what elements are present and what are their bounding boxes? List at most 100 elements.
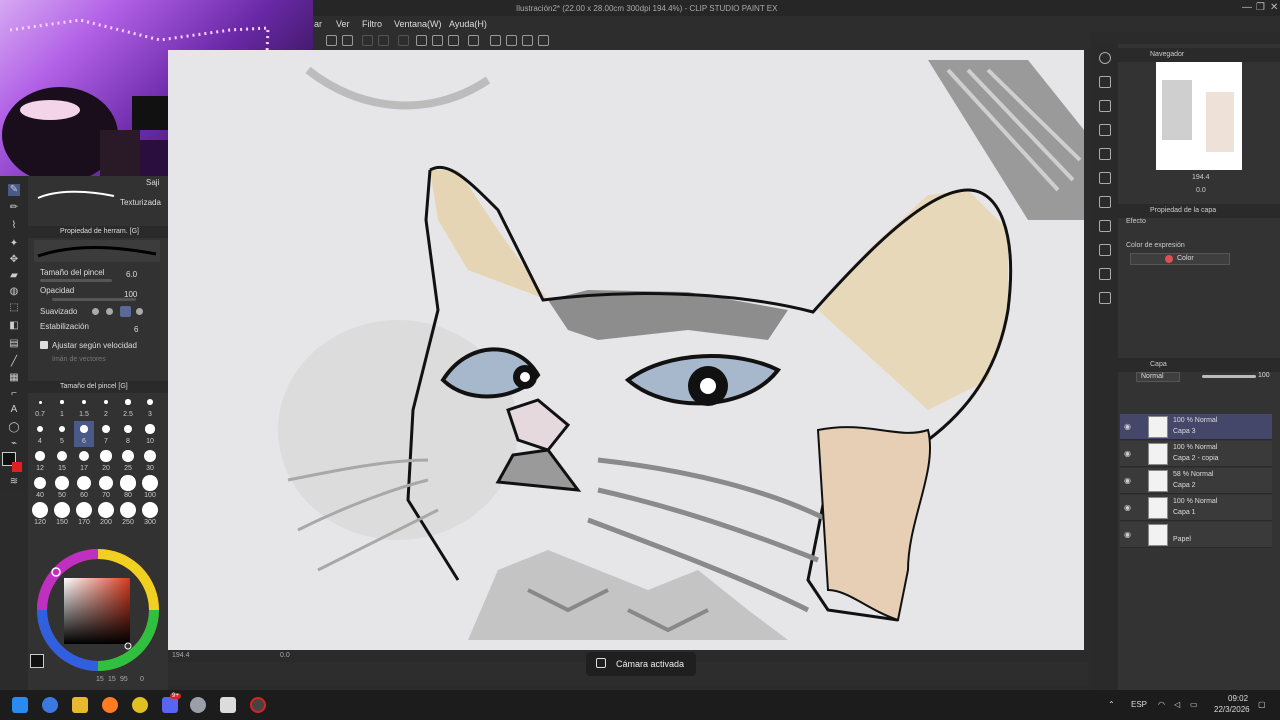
brush-tool-icon[interactable]: ⌇ <box>8 220 20 232</box>
panel-icon[interactable] <box>1099 268 1111 280</box>
wifi-icon[interactable]: ◠ <box>1158 700 1165 709</box>
brush-size-option[interactable]: 150 <box>52 502 72 528</box>
close-button[interactable]: ✕ <box>1270 2 1278 13</box>
file-explorer-icon[interactable] <box>72 697 88 713</box>
canvas-zoom-value[interactable]: 194.4 <box>172 652 190 659</box>
panel-icon[interactable] <box>1099 76 1111 88</box>
correct-line-tool-icon[interactable]: ⌁ <box>8 438 20 450</box>
minimize-button[interactable]: — <box>1242 2 1252 13</box>
clock-time[interactable]: 09:02 <box>1228 694 1248 703</box>
obs-icon[interactable] <box>250 697 266 713</box>
line-tool-icon[interactable]: ╱ <box>8 356 20 368</box>
brush-size-option[interactable]: 15 <box>52 448 72 474</box>
menu-item-filtro[interactable]: Filtro <box>362 19 382 29</box>
brush-size-option[interactable]: 1 <box>52 394 72 420</box>
brush-size-option[interactable]: 60 <box>74 475 94 501</box>
fill-icon[interactable] <box>326 35 337 46</box>
brush-size-option[interactable]: 8 <box>118 421 138 447</box>
transform-icon[interactable] <box>342 35 353 46</box>
volume-icon[interactable]: ◁ <box>1174 700 1180 709</box>
brush-size-value[interactable]: 6.0 <box>126 270 137 279</box>
undo-icon[interactable] <box>506 35 517 46</box>
panel-icon[interactable] <box>1099 100 1111 112</box>
redo-icon[interactable] <box>522 35 533 46</box>
language-indicator[interactable]: ESP <box>1131 700 1147 709</box>
main-color-chip[interactable] <box>30 654 44 668</box>
pen-icon[interactable] <box>432 35 443 46</box>
panel-icon[interactable] <box>1099 292 1111 304</box>
battery-icon[interactable]: ▭ <box>1190 700 1198 709</box>
brush-size-option[interactable]: 1.5 <box>74 394 94 420</box>
brush-size-option[interactable]: 100 <box>140 475 160 501</box>
brush-size-option[interactable]: 3 <box>140 394 160 420</box>
pen-icon[interactable] <box>448 35 459 46</box>
panel-icon[interactable] <box>1099 172 1111 184</box>
visibility-eye-icon[interactable]: ◉ <box>1124 476 1131 485</box>
layer-row[interactable]: ◉ 100 % Normal Capa 2 - copia <box>1120 441 1272 467</box>
brush-size-option[interactable]: 20 <box>96 448 116 474</box>
frame-tool-icon[interactable]: ▦ <box>8 372 20 384</box>
pen-tool-icon[interactable]: ✎ <box>8 184 20 196</box>
brush-size-option[interactable]: 70 <box>96 475 116 501</box>
brush-size-option[interactable]: 250 <box>118 502 138 528</box>
brush-size-option[interactable]: 170 <box>74 502 94 528</box>
brush-size-option[interactable]: 6 <box>74 421 94 447</box>
close-icon[interactable] <box>1099 124 1111 136</box>
layer-opacity-value[interactable]: 100 <box>1258 372 1270 379</box>
tray-chevron-icon[interactable]: ⌃ <box>1108 700 1115 709</box>
brush-size-option[interactable]: 50 <box>52 475 72 501</box>
firefox-icon[interactable] <box>102 697 118 713</box>
panel-icon[interactable] <box>1099 196 1111 208</box>
brush-size-option[interactable]: 4 <box>30 421 50 447</box>
airbrush-tool-icon[interactable]: ✦ <box>8 238 20 250</box>
canvas-angle-value[interactable]: 0.0 <box>280 652 290 659</box>
velocity-checkbox[interactable] <box>40 341 48 349</box>
visibility-eye-icon[interactable]: ◉ <box>1124 503 1131 512</box>
gradient-tool-icon[interactable]: ▤ <box>8 338 20 350</box>
move-tool-icon[interactable]: ✥ <box>8 254 20 266</box>
menu-item-ventana[interactable]: Ventana(W) <box>394 19 442 29</box>
balloon-tool-icon[interactable]: ◯ <box>8 422 20 434</box>
brush-size-option[interactable]: 300 <box>140 502 160 528</box>
menu-item-ar[interactable]: ar <box>314 19 322 29</box>
brush-size-slider[interactable] <box>40 279 112 282</box>
windows-start-icon[interactable] <box>12 697 28 713</box>
brush-size-option[interactable]: 30 <box>140 448 160 474</box>
copilot-icon[interactable] <box>42 697 58 713</box>
maximize-button[interactable]: ❐ <box>1256 2 1265 13</box>
sub-color-swatch[interactable] <box>12 462 22 472</box>
brush-size-option[interactable]: 2 <box>96 394 116 420</box>
transparent-color-icon[interactable]: ≋ <box>8 476 20 488</box>
visibility-eye-icon[interactable]: ◉ <box>1124 422 1131 431</box>
brush-size-option[interactable]: 10 <box>140 421 160 447</box>
navigator-zoom[interactable]: 194.4 <box>1192 174 1210 181</box>
brush-name[interactable]: Texturizada <box>120 198 161 207</box>
panel-icon[interactable] <box>1099 220 1111 232</box>
layer-row[interactable]: ◉ 100 % Normal Capa 3 <box>1120 414 1272 440</box>
panel-icon[interactable] <box>1099 244 1111 256</box>
blend-mode-select[interactable]: Normal <box>1136 372 1180 382</box>
eraser-tool-icon[interactable]: ▰ <box>8 270 20 282</box>
select-tool-icon[interactable]: ⬚ <box>8 302 20 314</box>
drawing-canvas[interactable] <box>168 50 1084 650</box>
visibility-eye-icon[interactable]: ◉ <box>1124 449 1131 458</box>
brush-size-option[interactable]: 0.7 <box>30 394 50 420</box>
menu-item-ver[interactable]: Ver <box>336 19 350 29</box>
layer-row[interactable]: ◉ 100 % Normal Capa 1 <box>1120 495 1272 521</box>
brush-size-option[interactable]: 17 <box>74 448 94 474</box>
chrome-icon[interactable] <box>132 697 148 713</box>
ruler-tool-icon[interactable]: ⌐ <box>8 388 20 400</box>
settings-icon[interactable] <box>490 35 501 46</box>
steam-icon[interactable] <box>190 697 206 713</box>
menu-item-ayuda[interactable]: Ayuda(H) <box>449 19 487 29</box>
fill-tool-icon[interactable]: ◧ <box>8 320 20 332</box>
brush-size-option[interactable]: 2.5 <box>118 394 138 420</box>
layer-row[interactable]: ◉ Papel <box>1120 522 1272 548</box>
layer-row[interactable]: ◉ 58 % Normal Capa 2 <box>1120 468 1272 494</box>
clock-date[interactable]: 22/3/2026 <box>1214 705 1250 714</box>
search-icon[interactable] <box>1099 52 1111 64</box>
brush-size-option[interactable]: 7 <box>96 421 116 447</box>
discord-icon[interactable] <box>162 697 178 713</box>
panel-icon[interactable] <box>1099 148 1111 160</box>
navigator-angle[interactable]: 0.0 <box>1196 187 1206 194</box>
